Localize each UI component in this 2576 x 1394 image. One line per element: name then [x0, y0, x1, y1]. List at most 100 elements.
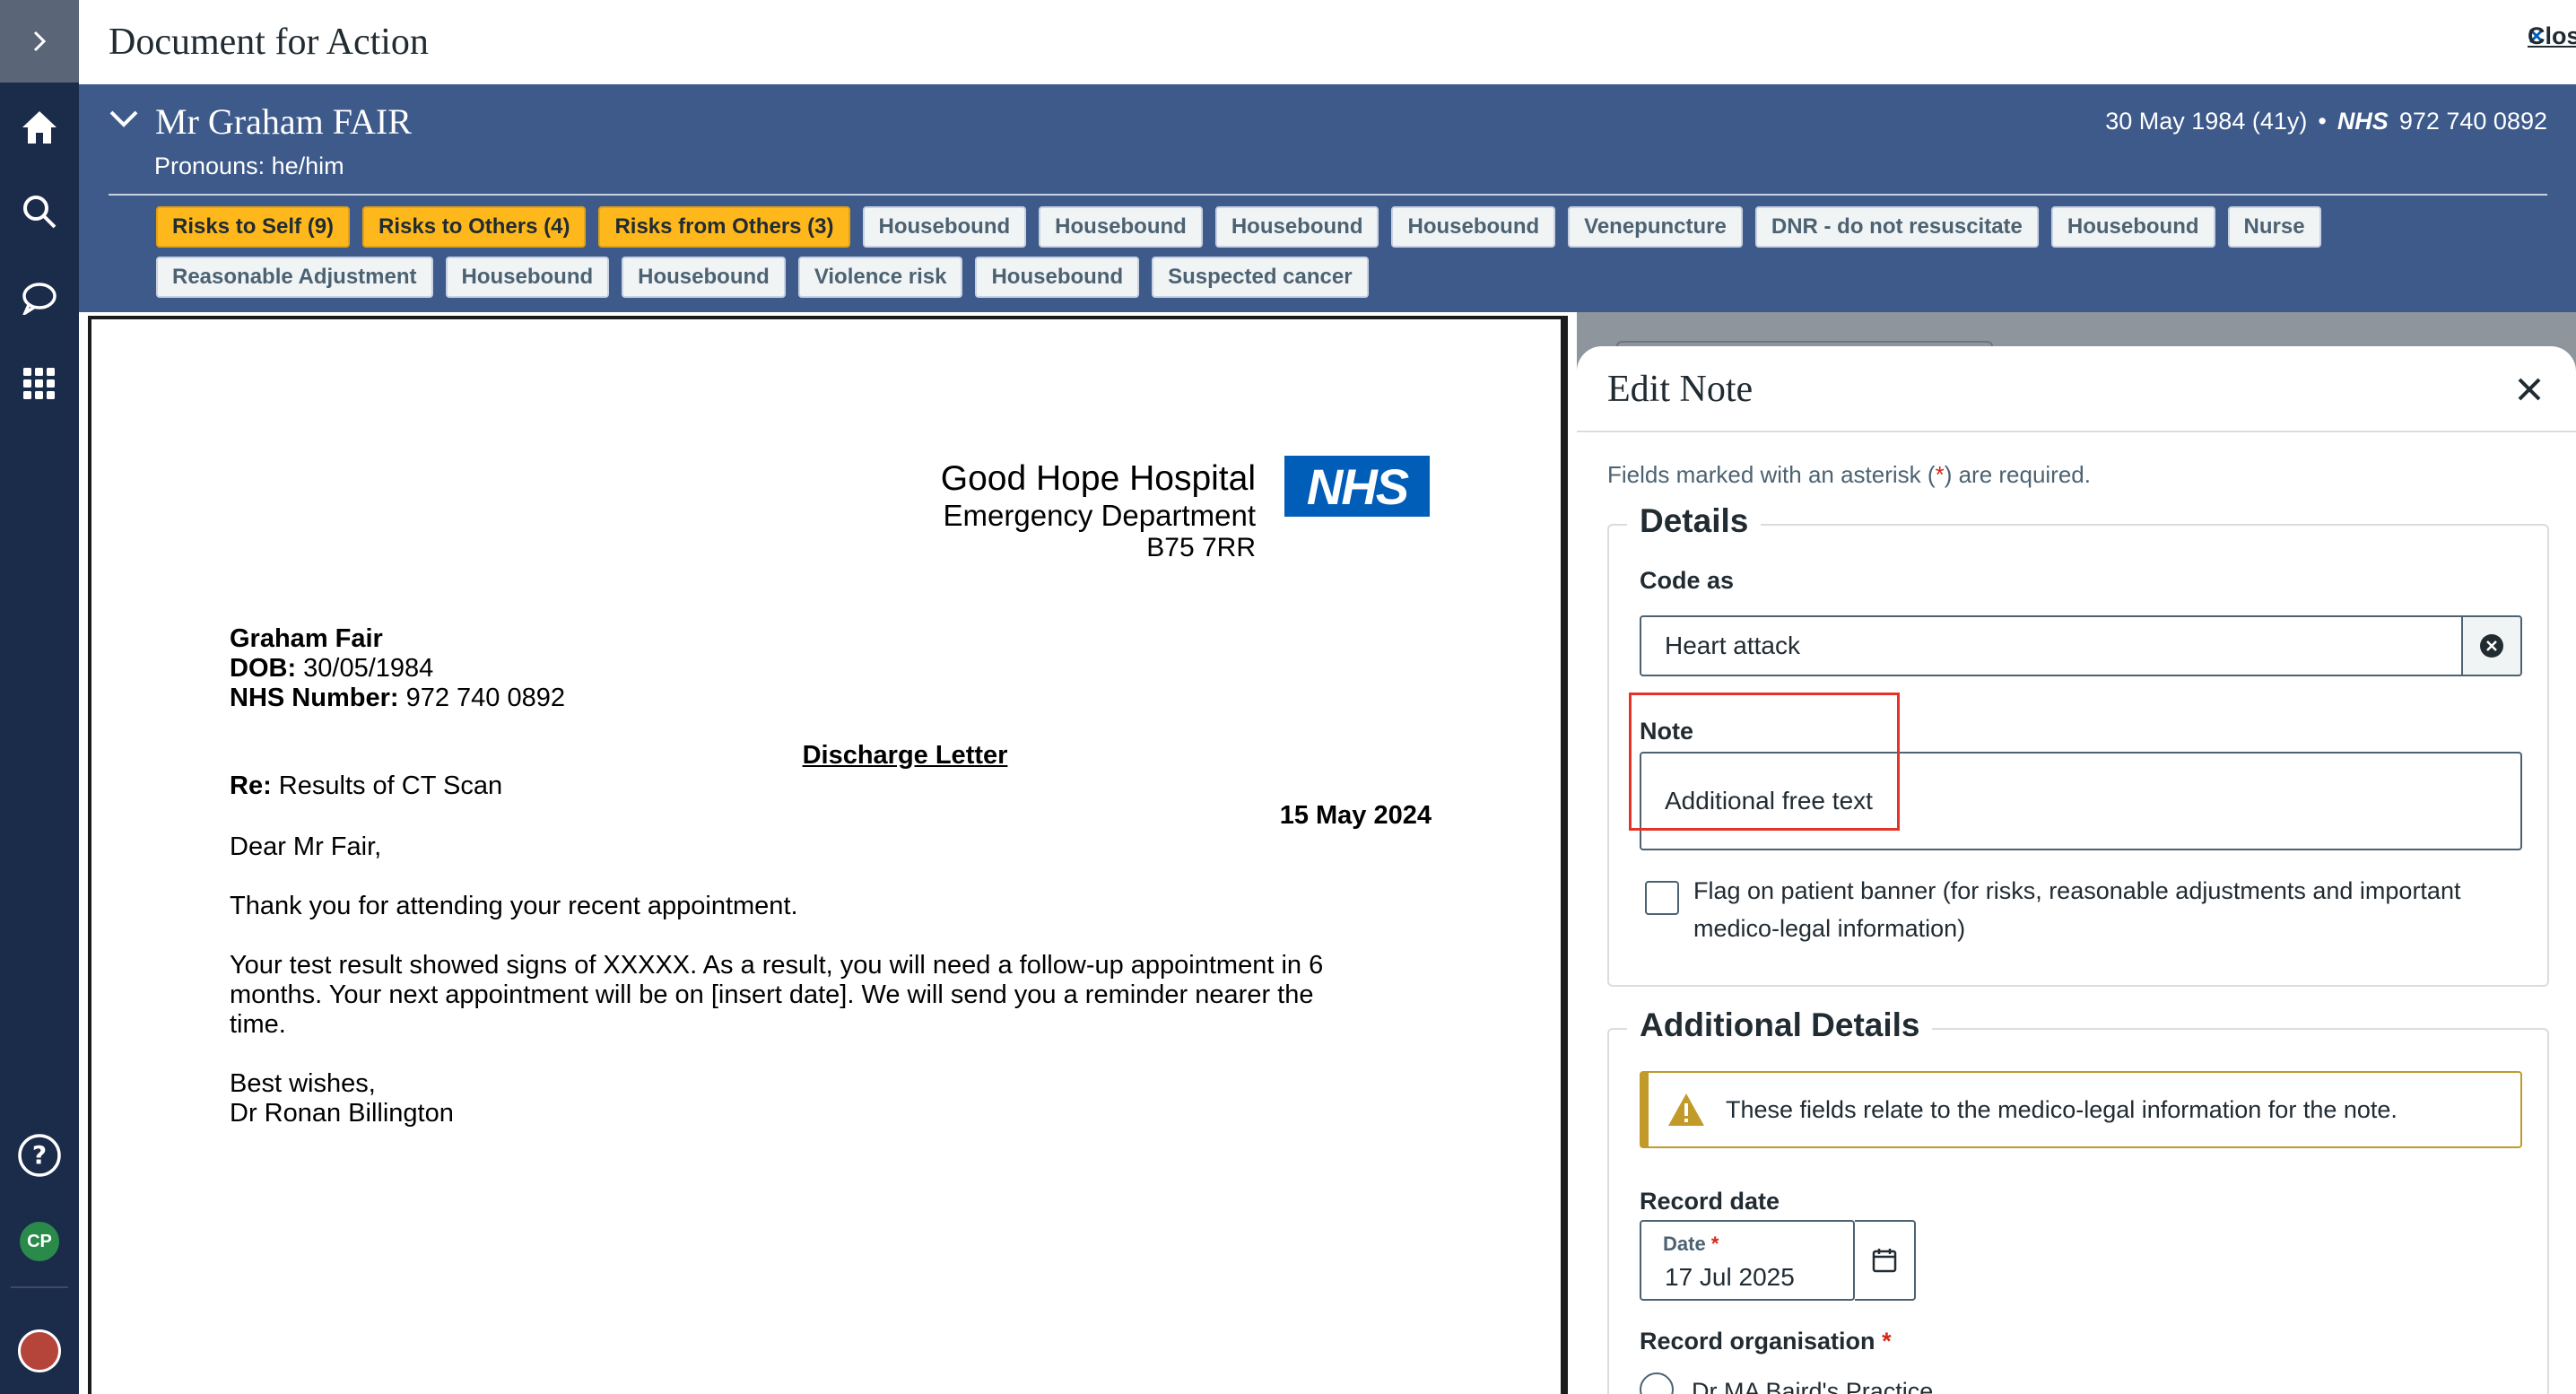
- panel-close-button[interactable]: [2510, 370, 2549, 409]
- help-button[interactable]: ?: [0, 1128, 79, 1182]
- code-as-input[interactable]: Heart attack: [1640, 615, 2463, 676]
- clear-code-button[interactable]: [2461, 615, 2522, 676]
- flag-banner-label-line-2: medico-legal information): [1693, 915, 1966, 942]
- letter-signoff-text: Best wishes,: [230, 1069, 376, 1098]
- patient-flag-chip[interactable]: Suspected cancer: [1152, 257, 1369, 298]
- record-date-value: 17 Jul 2025: [1665, 1263, 1795, 1291]
- patient-flag-chip[interactable]: Housebound: [2050, 206, 2215, 248]
- letter-paragraph-2-line-2: months. Your next appointment will be on…: [230, 980, 1314, 1009]
- patient-flag-chip[interactable]: Housebound: [622, 257, 786, 298]
- panel-header: Edit Note: [1577, 346, 2576, 432]
- dob-label: DOB:: [230, 654, 297, 683]
- chat-bubble-icon: [22, 283, 57, 315]
- patient-dob: 30 May 1984 (41y): [2105, 108, 2308, 135]
- panel-title: Edit Note: [1607, 369, 1754, 410]
- required-fields-hint: Fields marked with an asterisk (*) are r…: [1607, 461, 2091, 489]
- flag-banner-label: Flag on patient banner (for risks, reaso…: [1693, 872, 2537, 947]
- collapse-banner-button[interactable]: [109, 109, 139, 134]
- patient-flag-chip[interactable]: Risks to Self (9): [156, 206, 351, 248]
- nav-divider: [11, 1286, 68, 1288]
- document-page: Good Hope Hospital Emergency Department …: [88, 316, 1568, 1394]
- patient-flag-chip[interactable]: Housebound: [1391, 206, 1556, 248]
- patient-flag-chip[interactable]: Housebound: [975, 257, 1140, 298]
- record-organisation-label: Record organisation *: [1640, 1328, 1892, 1355]
- search-button[interactable]: [0, 185, 79, 239]
- date-picker-button[interactable]: [1855, 1220, 1916, 1301]
- patient-flag-chip[interactable]: Housebound: [445, 257, 610, 298]
- highlight-annotation: [1629, 693, 1900, 831]
- nhs-logo: NHS: [1284, 456, 1430, 517]
- patient-banner: Mr Graham FAIR Pronouns: he/him 30 May 1…: [79, 84, 2576, 312]
- avatar: CP: [17, 1219, 62, 1264]
- close-icon: [2518, 378, 2541, 401]
- date-small-label: Date *: [1663, 1233, 1719, 1256]
- messages-button[interactable]: [0, 271, 79, 325]
- patient-flag-chip[interactable]: Risks to Others (4): [362, 206, 587, 248]
- asterisk: *: [1882, 1328, 1892, 1355]
- letter-patient-details: Graham Fair DOB: 30/05/1984 NHS Number: …: [230, 624, 565, 713]
- hospital-name: Good Hope Hospital: [940, 459, 1256, 498]
- status-button[interactable]: [0, 1324, 79, 1378]
- help-icon: ?: [18, 1134, 61, 1177]
- required-hint-text: Fields marked with an asterisk (: [1607, 461, 1936, 488]
- home-icon: [22, 111, 57, 144]
- patient-flag-chip[interactable]: Housebound: [862, 206, 1027, 248]
- letter-dob: 30/05/1984: [303, 654, 434, 683]
- home-button[interactable]: [0, 100, 79, 154]
- flags-row-2: Reasonable Adjustment Housebound Houseboun…: [156, 257, 2524, 298]
- letter-salutation: Dear Mr Fair,: [230, 832, 382, 861]
- nhs-number-label: NHS Number:: [230, 684, 399, 712]
- edit-note-panel: Edit Note Fields marked with an asterisk…: [1577, 346, 2576, 1394]
- re-label: Re:: [230, 771, 272, 800]
- patient-pronouns: Pronouns: he/him: [154, 152, 344, 179]
- letter-subject-value: Results of CT Scan: [278, 771, 503, 800]
- additional-details-legend: Additional Details: [1627, 1006, 1933, 1044]
- patient-flag-chip[interactable]: Nurse: [2227, 206, 2321, 248]
- letter-paragraph-2-line-1: Your test result showed signs of XXXXX. …: [230, 951, 1324, 980]
- patient-flag-chip[interactable]: Reasonable Adjustment: [156, 257, 433, 298]
- medico-legal-warning: These fields relate to the medico-legal …: [1640, 1071, 2522, 1148]
- letter-title: Discharge Letter: [802, 741, 1008, 770]
- department-name: Emergency Department: [943, 499, 1256, 532]
- letter-patient-name: Graham Fair: [230, 624, 383, 653]
- nhs-label: NHS: [2337, 108, 2389, 135]
- additional-details-section: Additional Details These fields relate t…: [1607, 1006, 2549, 1394]
- chevron-down-icon: [109, 110, 138, 127]
- asterisk: *: [1935, 461, 1945, 488]
- patient-flags: Risks to Self (9) Risks to Others (4) Risk…: [156, 206, 2524, 307]
- user-profile-button[interactable]: CP: [0, 1215, 79, 1268]
- patient-flag-chip[interactable]: Housebound: [1039, 206, 1203, 248]
- details-legend: Details: [1627, 502, 1762, 540]
- close-label: Close: [2528, 22, 2576, 49]
- letter-paragraph-2: Your test result showed signs of XXXXX. …: [230, 951, 1323, 1040]
- separator-dot: •: [2318, 108, 2327, 135]
- patient-flag-chip[interactable]: DNR - do not resuscitate: [1754, 206, 2039, 248]
- close-link[interactable]: Close: [2528, 22, 2576, 49]
- flag-banner-label-line-1: Flag on patient banner (for risks, reaso…: [1693, 877, 2461, 904]
- letter-subject: Re: Results of CT Scan: [230, 771, 502, 801]
- record-date-label: Record date: [1640, 1188, 1780, 1215]
- patient-flag-chip[interactable]: Risks from Others (3): [598, 206, 850, 248]
- letter-nhs-number: 972 740 0892: [405, 684, 565, 712]
- warning-icon: [1668, 1093, 1704, 1126]
- code-as-label: Code as: [1640, 567, 1735, 594]
- letter-signoff: Best wishes, Dr Ronan Billington: [230, 1069, 454, 1128]
- patient-flag-chip[interactable]: Violence risk: [797, 257, 963, 298]
- asterisk: *: [1710, 1233, 1719, 1255]
- expand-nav-button[interactable]: [0, 0, 79, 83]
- letter-date: 15 May 2024: [1279, 801, 1432, 830]
- status-indicator: [18, 1329, 61, 1372]
- record-date-input[interactable]: Date * 17 Jul 2025: [1640, 1220, 1855, 1301]
- clear-icon: [2480, 634, 2503, 658]
- organisation-radio[interactable]: [1640, 1372, 1674, 1394]
- calendar-icon: [1872, 1249, 1897, 1273]
- apps-button[interactable]: [0, 357, 79, 411]
- details-section: Details Code as Heart attack Note Additi…: [1607, 502, 2549, 987]
- banner-divider: [109, 194, 2547, 196]
- patient-name: Mr Graham FAIR: [155, 101, 412, 142]
- patient-flag-chip[interactable]: Venepuncture: [1568, 206, 1743, 248]
- flag-banner-checkbox[interactable]: [1645, 881, 1679, 915]
- svg-text:?: ?: [32, 1140, 47, 1170]
- patient-flag-chip[interactable]: Housebound: [1214, 206, 1379, 248]
- title-bar: Document for Action Close: [79, 0, 2576, 84]
